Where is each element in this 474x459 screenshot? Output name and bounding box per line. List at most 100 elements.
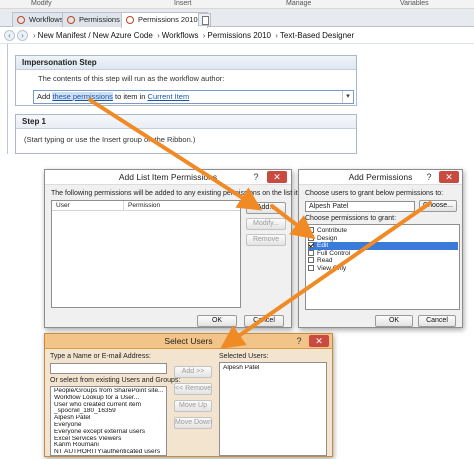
action-prefix: Add <box>37 92 51 101</box>
checkbox-icon[interactable] <box>308 227 314 233</box>
user-list-item[interactable]: People/Groups from SharePoint site... <box>54 388 166 395</box>
tab-label: Workflows <box>29 15 64 24</box>
modify-button[interactable]: Modify... <box>246 218 286 230</box>
step-1-hint[interactable]: (Start typing or use the Insert group on… <box>16 129 356 144</box>
checkbox-icon[interactable] <box>308 249 314 256</box>
permission-edit[interactable]: Edit <box>308 242 458 250</box>
user-list-item[interactable]: Excel Services Viewers <box>54 436 166 443</box>
permissions-list[interactable]: User Permission <box>51 200 241 308</box>
checkbox-icon[interactable] <box>308 257 314 263</box>
dialog-title: Select Users <box>45 334 332 349</box>
user-list-item[interactable]: _spocrwl_180_16359 <box>54 408 166 415</box>
ribbon-group-modify: Modify <box>31 0 52 7</box>
dropdown-icon[interactable]: ▾ <box>342 91 353 103</box>
user-list-item[interactable]: User who created current item <box>54 402 166 409</box>
permission-label: View Only <box>317 264 347 272</box>
tab-workflows[interactable]: Workflows <box>12 12 69 27</box>
remove-users-button[interactable]: << Remove <box>174 383 212 395</box>
ribbon-group-variables: Variables <box>400 0 429 7</box>
user-list-item[interactable]: Alpesh Patel <box>223 365 327 372</box>
step-1-title: Step 1 <box>16 115 356 129</box>
users-field[interactable]: Alpesh Patel <box>305 201 415 212</box>
step-1-panel: Step 1 (Start typing or use the Insert g… <box>15 114 357 154</box>
designer-margin-line <box>7 44 8 154</box>
impersonation-step-panel: Impersonation Step The contents of this … <box>15 55 357 106</box>
breadcrumb-item[interactable]: New Manifest / New Azure Code <box>38 31 153 40</box>
permission-label: Full Control <box>317 249 351 257</box>
user-list-item[interactable]: Everyone except external users <box>54 429 166 436</box>
breadcrumb-item[interactable]: Workflows <box>162 31 199 40</box>
tab-permissions-2010[interactable]: Permissions 2010 * <box>121 12 208 28</box>
breadcrumb-item[interactable]: Permissions 2010 <box>207 31 271 40</box>
choose-button[interactable]: Choose... <box>419 200 457 212</box>
ribbon-group-insert: Insert <box>174 0 192 7</box>
close-icon[interactable]: ✕ <box>267 171 287 183</box>
ribbon-group-manage: Manage <box>286 0 312 7</box>
add-permissions-dialog: Add Permissions ? ✕ Choose users to gran… <box>298 169 463 328</box>
column-header-permission[interactable]: Permission <box>124 201 240 211</box>
user-list-item[interactable]: Alpesh Patel <box>54 415 166 422</box>
selected-users-label: Selected Users: <box>219 353 269 360</box>
move-down-button[interactable]: Move Down <box>174 417 212 429</box>
type-name-label: Type a Name or E-mail Address: <box>50 353 151 360</box>
tab-label: Permissions 2010 * <box>138 15 203 24</box>
impersonation-step-title: Impersonation Step <box>16 56 356 70</box>
permission-contribute[interactable]: Contribute <box>308 227 458 235</box>
tab-label: Permissions * <box>79 15 125 24</box>
workflow-tab-icon <box>17 16 25 24</box>
close-icon[interactable]: ✕ <box>309 335 329 347</box>
existing-users-label: Or select from existing Users and Groups… <box>50 377 181 384</box>
select-users-dialog: Select Users ? ✕ Type a Name or E-mail A… <box>44 333 333 457</box>
forward-icon[interactable]: › <box>17 30 28 41</box>
checkbox-icon[interactable] <box>308 234 314 241</box>
choose-users-label: Choose users to grant below permissions … <box>305 190 444 197</box>
permission-label: Contribute <box>317 227 347 234</box>
cancel-button[interactable]: Cancel <box>418 315 456 327</box>
users-groups-list[interactable]: People/Groups from SharePoint site... Wor… <box>50 386 167 456</box>
current-item-link[interactable]: Current Item <box>148 92 190 101</box>
permission-design[interactable]: Design <box>308 234 458 243</box>
these-permissions-link[interactable]: these permissions <box>52 92 113 101</box>
ok-button[interactable]: OK <box>197 315 237 327</box>
move-up-button[interactable]: Move Up <box>174 400 212 412</box>
cancel-button[interactable]: Cancel <box>244 315 284 327</box>
add-users-button[interactable]: Add >> <box>174 366 212 378</box>
permission-full-control[interactable]: Full Control <box>308 249 458 258</box>
close-icon[interactable]: ✕ <box>439 171 459 183</box>
help-icon[interactable]: ? <box>250 171 262 183</box>
selected-users-list[interactable]: Alpesh Patel <box>219 362 327 456</box>
permission-view-only[interactable]: View Only <box>308 264 458 273</box>
action-mid-text: to item in <box>115 92 146 101</box>
ribbon-group-labels: Modify Insert Manage Variables <box>0 0 474 9</box>
user-list-item[interactable]: Workflow Lookup for a User... <box>54 395 166 402</box>
checkbox-icon[interactable] <box>308 264 314 271</box>
new-tab-button[interactable] <box>198 13 211 26</box>
name-email-input[interactable] <box>50 363 167 374</box>
breadcrumb-item[interactable]: Text-Based Designer <box>280 31 354 40</box>
document-tabs: Workflows Permissions * Permissions 2010… <box>0 9 474 28</box>
help-icon[interactable]: ? <box>423 171 435 183</box>
help-icon[interactable]: ? <box>293 335 305 347</box>
workflow-tab-icon <box>126 16 134 24</box>
dialog-title: Add Permissions <box>299 170 462 185</box>
user-list-item[interactable]: Everyone <box>54 422 166 429</box>
ok-button[interactable]: OK <box>375 315 413 327</box>
permission-label: Design <box>317 234 338 242</box>
add-permissions-action[interactable]: Add these permissions to item in Current… <box>33 90 354 104</box>
permission-label: Edit <box>317 242 329 249</box>
add-button[interactable]: Add... <box>246 202 286 214</box>
user-list-item[interactable]: Karim Roumani <box>54 442 166 449</box>
breadcrumb-bar: ‹ › › New Manifest / New Azure Code › Work… <box>0 28 474 44</box>
back-icon[interactable]: ‹ <box>4 30 15 41</box>
impersonation-step-description: The contents of this step will run as th… <box>38 74 225 83</box>
breadcrumb: › New Manifest / New Azure Code › Workflow… <box>33 31 355 40</box>
tab-permissions[interactable]: Permissions * <box>62 12 130 27</box>
user-list-item[interactable]: NT AUTHORITY\authenticated users <box>54 449 166 455</box>
selected-list: Alpesh Patel <box>223 365 327 372</box>
column-header-user[interactable]: User <box>52 201 124 211</box>
permission-read[interactable]: Read <box>308 257 458 265</box>
add-list-item-permissions-dialog: Add List Item Permissions ? ✕ The follow… <box>44 169 309 328</box>
remove-button[interactable]: Remove <box>246 234 286 246</box>
workflow-tab-icon <box>67 16 75 24</box>
checkbox-icon[interactable] <box>308 242 314 248</box>
